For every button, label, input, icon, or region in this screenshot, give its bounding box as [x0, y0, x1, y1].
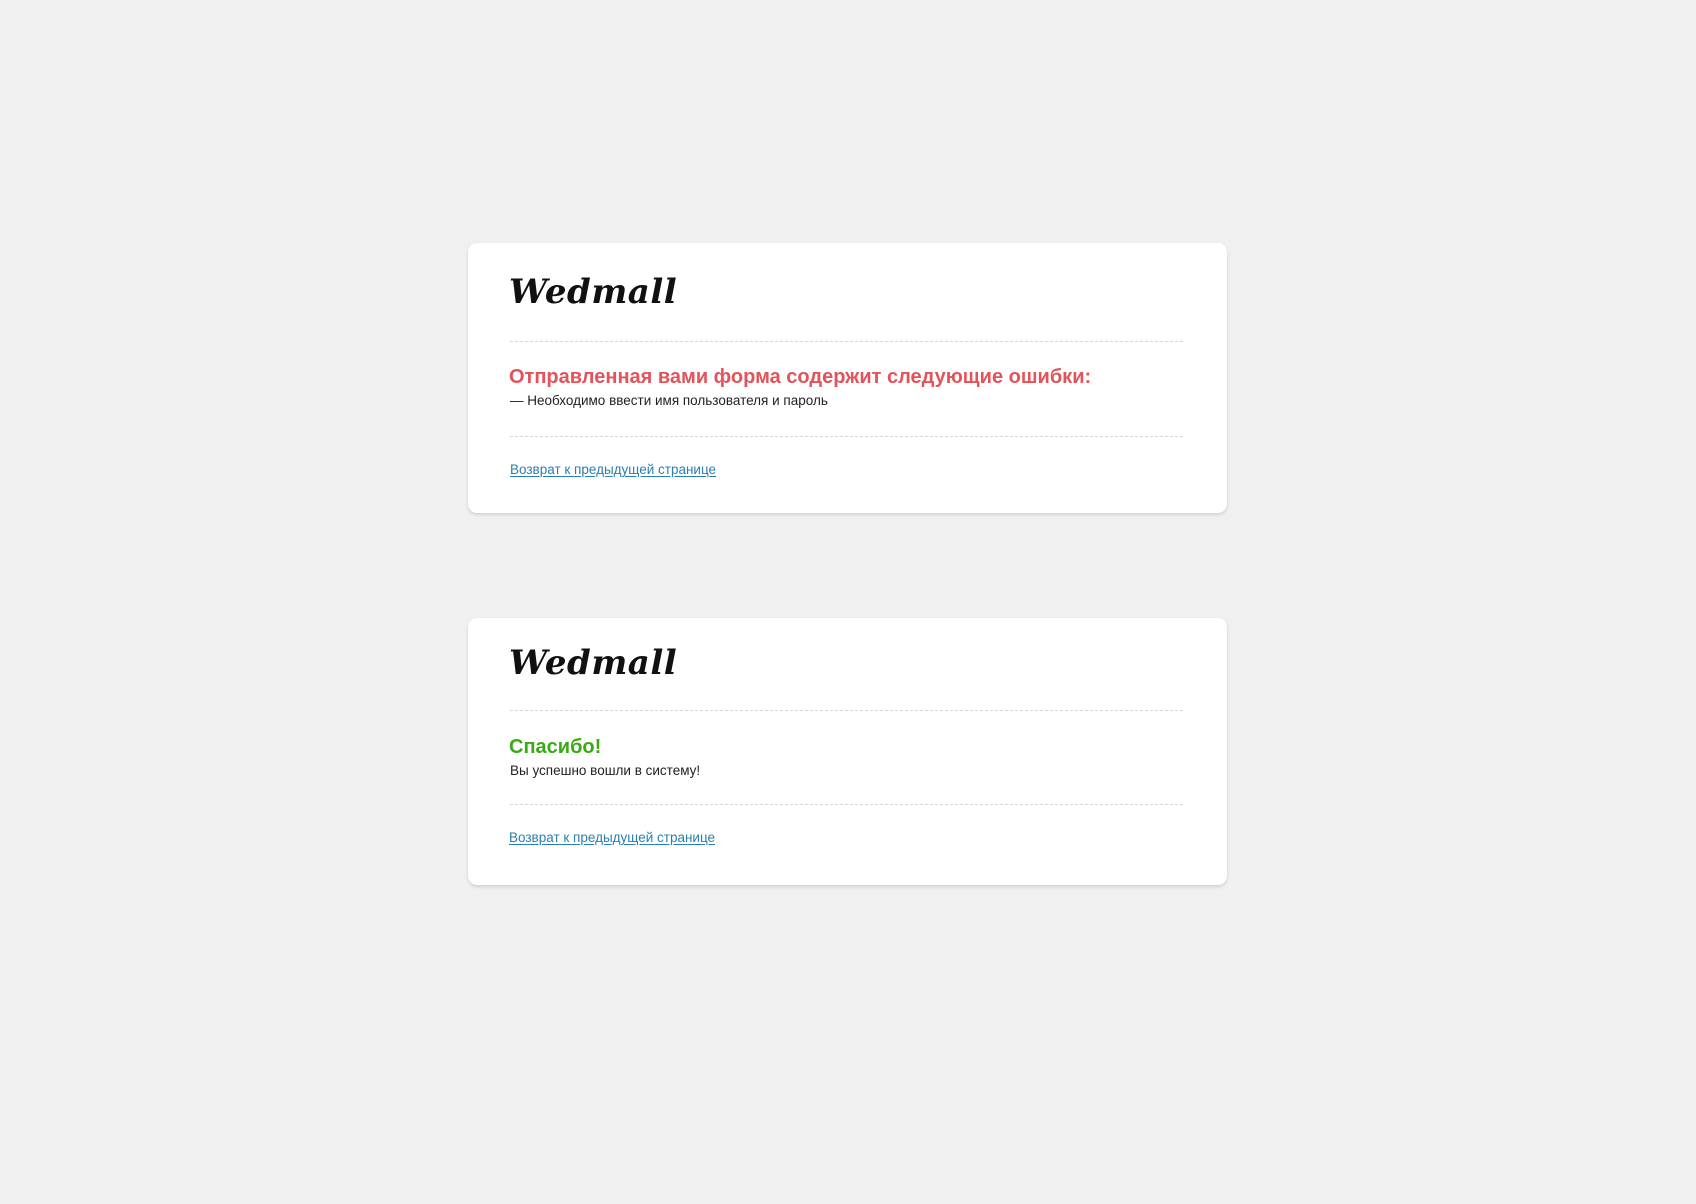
divider	[510, 436, 1183, 437]
error-card: Wedmall Отправленная вами форма содержит…	[468, 243, 1227, 513]
error-heading: Отправленная вами форма содержит следующ…	[509, 366, 1092, 388]
success-heading: Спасибо!	[509, 736, 602, 758]
wedmall-logo: Wedmall	[509, 643, 678, 683]
success-card: Wedmall Спасибо! Вы успешно вошли в сист…	[468, 618, 1227, 885]
divider	[510, 341, 1183, 342]
wedmall-logo: Wedmall	[509, 272, 678, 312]
back-link[interactable]: Возврат к предыдущей странице	[509, 831, 715, 845]
success-message: Вы успешно вошли в систему!	[510, 763, 701, 778]
error-message: — Необходимо ввести имя пользователя и п…	[510, 393, 828, 408]
back-link[interactable]: Возврат к предыдущей странице	[510, 463, 716, 477]
divider	[510, 710, 1183, 711]
divider	[510, 804, 1183, 805]
